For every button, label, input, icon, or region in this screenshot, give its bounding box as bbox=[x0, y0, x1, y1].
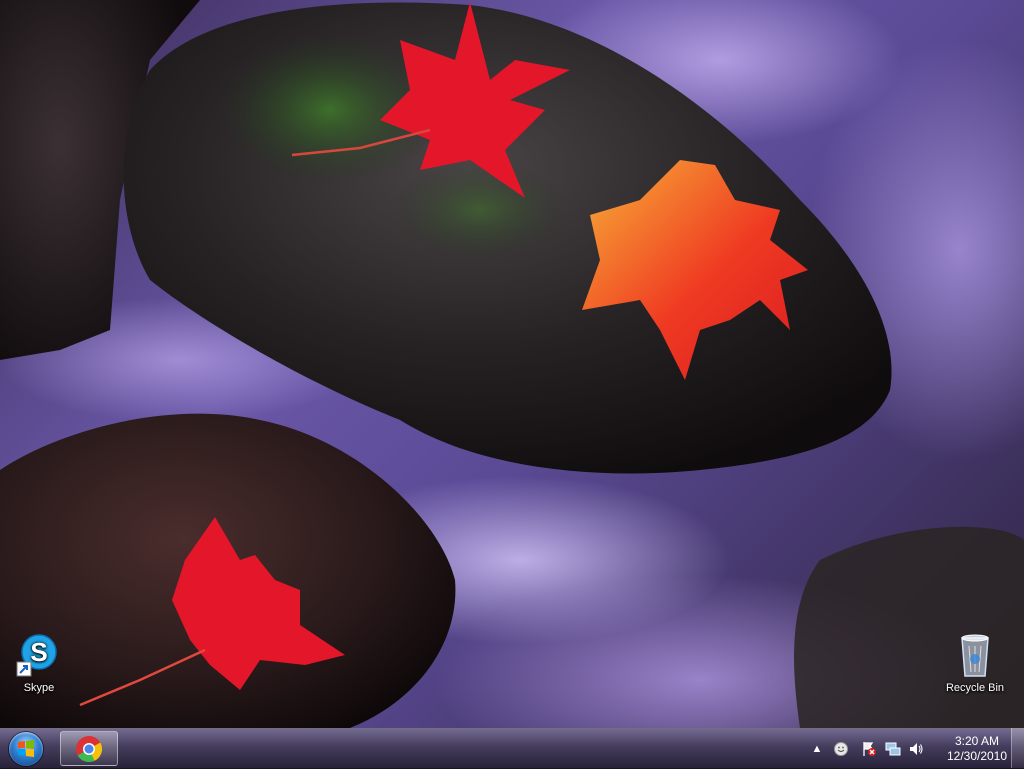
system-tray: ▲ 3:20 AM 12/30/2010 bbox=[809, 729, 1024, 769]
clock-date: 12/30/2010 bbox=[946, 749, 1008, 763]
taskbar-button-chrome[interactable] bbox=[60, 731, 118, 766]
chrome-icon bbox=[76, 736, 103, 763]
desktop-icon-label: Skype bbox=[23, 682, 55, 694]
desktop-icon-label: Recycle Bin bbox=[945, 682, 1005, 694]
show-hidden-icons-button[interactable]: ▲ bbox=[809, 741, 825, 757]
chevron-up-icon: ▲ bbox=[811, 743, 823, 755]
action-center-icon[interactable] bbox=[861, 741, 877, 757]
skype-icon: S bbox=[15, 632, 63, 680]
start-button[interactable] bbox=[6, 730, 46, 768]
desktop-icon-recycle-bin[interactable]: Recycle Bin bbox=[938, 632, 1012, 695]
desktop-icon-skype[interactable]: S Skype bbox=[2, 632, 76, 695]
recycle-bin-icon bbox=[951, 632, 999, 680]
svg-text:S: S bbox=[30, 637, 47, 667]
taskbar: ▲ 3:20 AM 12/30/2010 bbox=[0, 728, 1024, 768]
network-icon[interactable] bbox=[885, 741, 901, 757]
volume-icon[interactable] bbox=[908, 741, 924, 757]
show-desktop-button[interactable] bbox=[1011, 728, 1024, 768]
windows-logo-icon bbox=[9, 732, 43, 766]
skype-status-icon[interactable] bbox=[833, 741, 849, 757]
clock[interactable]: 3:20 AM 12/30/2010 bbox=[938, 734, 1016, 764]
wallpaper-art bbox=[0, 0, 1024, 728]
desktop-wallpaper bbox=[0, 0, 1024, 728]
clock-time: 3:20 AM bbox=[954, 734, 1000, 748]
